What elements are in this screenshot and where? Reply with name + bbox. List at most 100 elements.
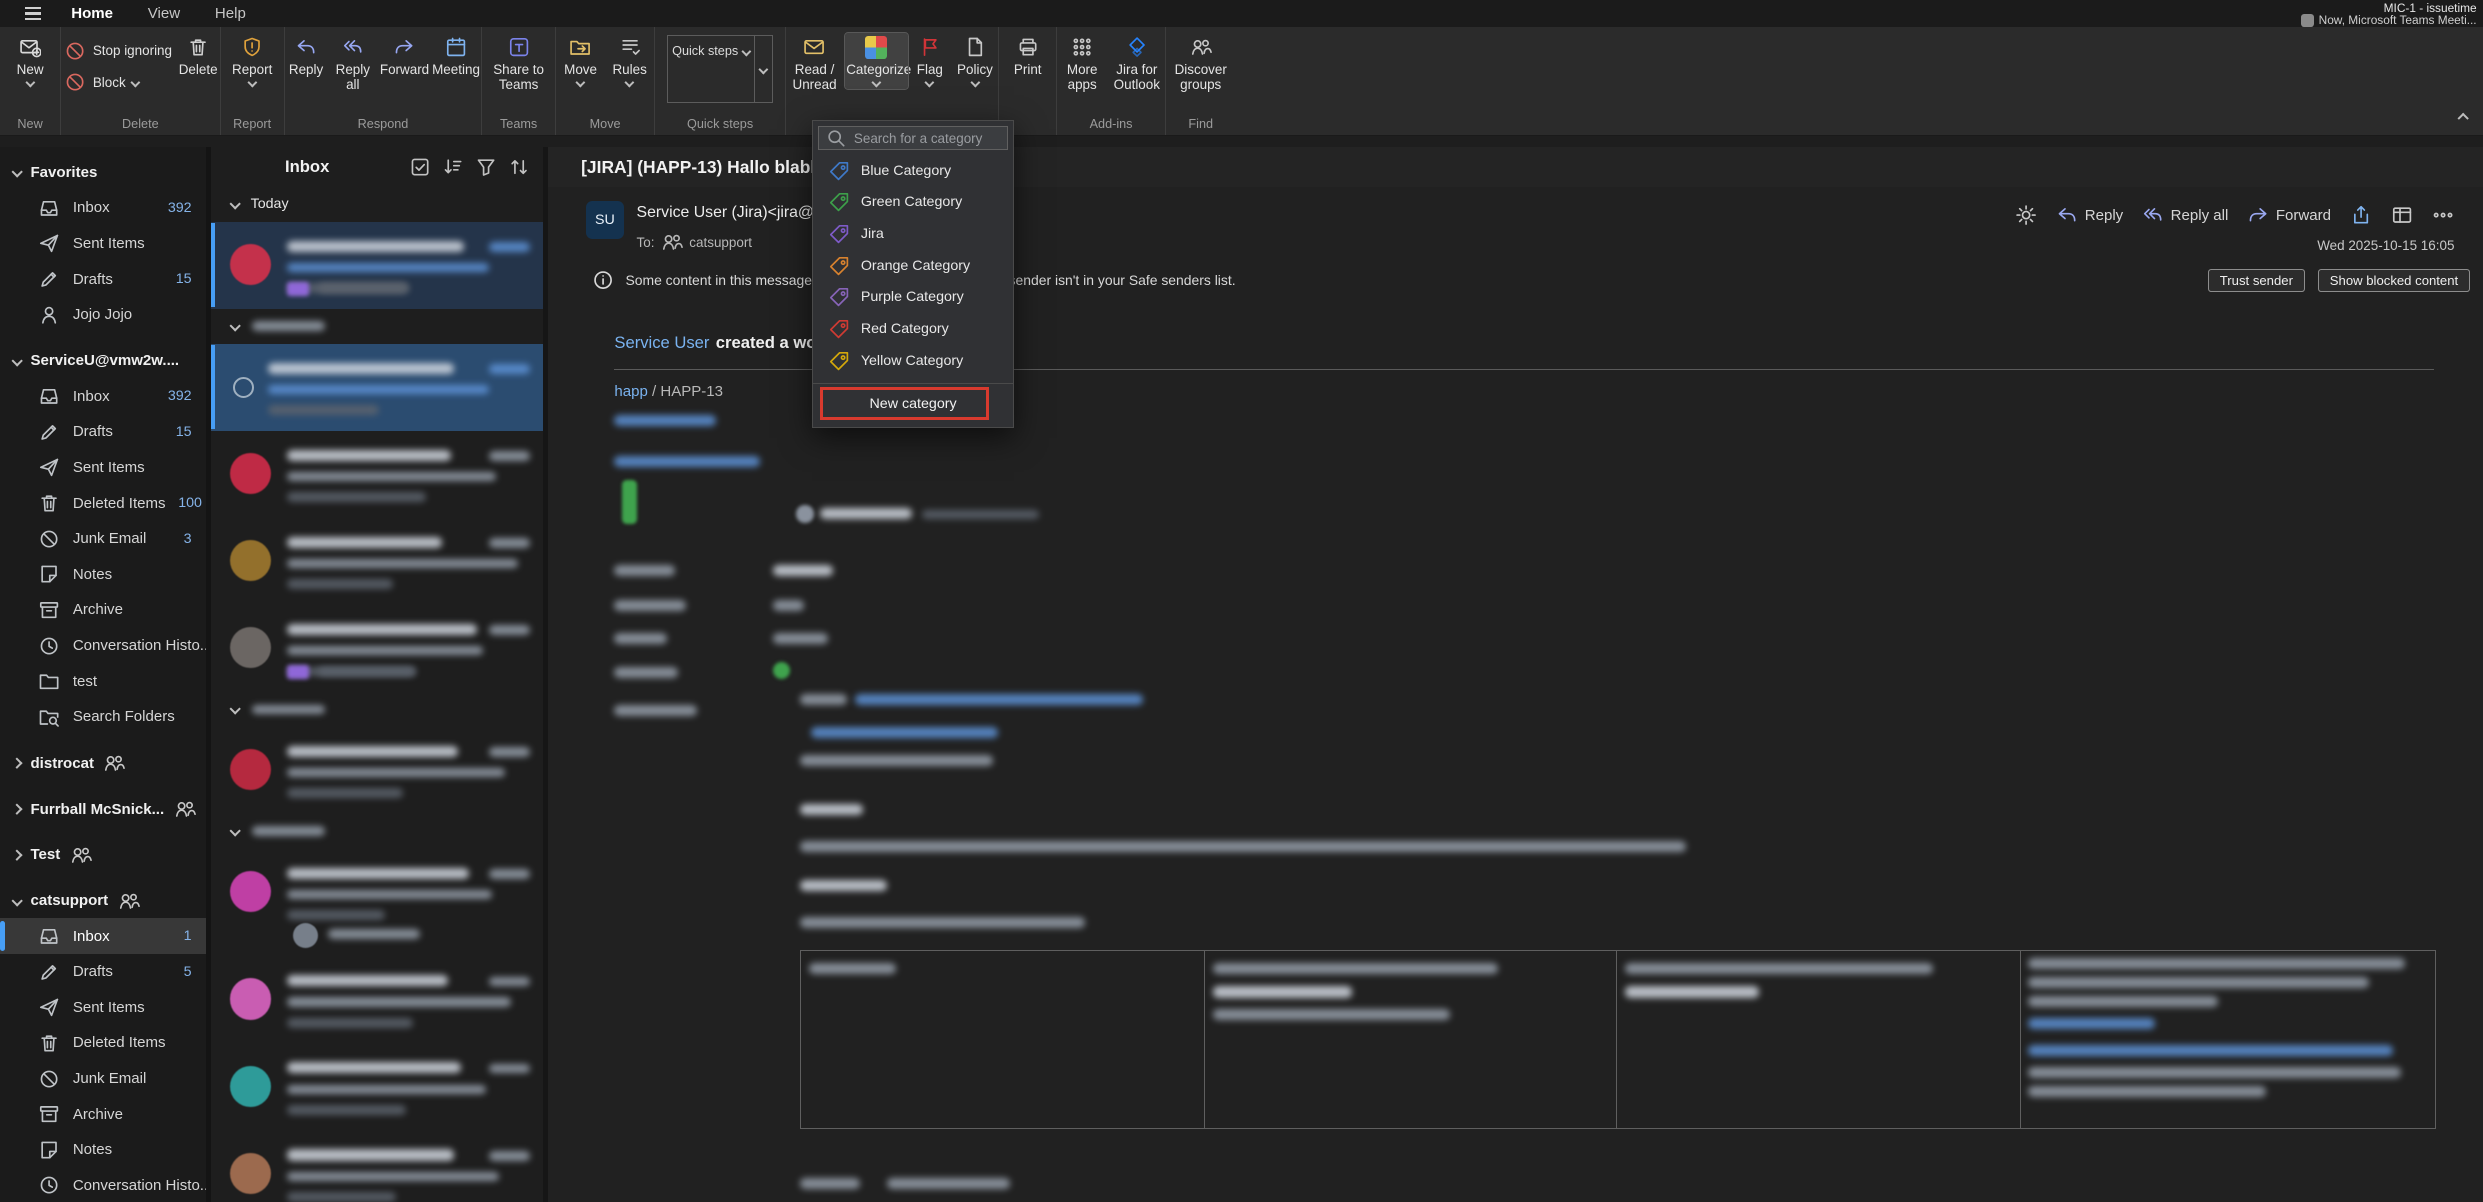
sidebar-item-junk-email[interactable]: Junk Email (0, 1061, 206, 1097)
collapse-ribbon-button[interactable] (2457, 112, 2469, 124)
category-item-orange-category[interactable]: Orange Category (813, 250, 1013, 282)
folder-section-furrball-mcsnick-[interactable]: Furrball McSnick... (0, 792, 206, 827)
folder-section-favorites[interactable]: Favorites (0, 155, 206, 190)
sidebar-item-drafts[interactable]: Drafts5 (0, 954, 206, 990)
body-heading-author-link[interactable]: Service User (614, 333, 709, 352)
share-icon[interactable] (2350, 204, 2372, 226)
new-button[interactable]: New (15, 33, 45, 88)
block-button[interactable]: Block (61, 70, 175, 95)
select-all-icon[interactable] (409, 156, 431, 178)
message-list-item[interactable] (211, 1130, 544, 1201)
sidebar-item-inbox[interactable]: Inbox1 (0, 918, 206, 954)
folder-section-serviceu-vmw2w-[interactable]: ServiceU@vmw2w.... (0, 344, 206, 379)
categorize-button[interactable]: Categorize (845, 33, 908, 88)
sidebar-item-drafts[interactable]: Drafts15 (0, 414, 206, 450)
rules-button[interactable]: Rules (606, 33, 653, 88)
folder-section-catsupport[interactable]: catsupport (0, 883, 206, 918)
sidebar-item-notes[interactable]: Notes (0, 1132, 206, 1168)
trash-icon (38, 1032, 60, 1054)
summarize-icon[interactable] (2015, 204, 2037, 226)
sidebar-item-deleted-items[interactable]: Deleted Items100 (0, 485, 206, 521)
sidebar-item-deleted-items[interactable]: Deleted Items (0, 1025, 206, 1061)
message-group-header[interactable] (211, 814, 544, 849)
category-item-red-category[interactable]: Red Category (813, 313, 1013, 345)
sidebar-item-conversation-histo-[interactable]: Conversation Histo... (0, 628, 206, 664)
forward-action-button[interactable]: Forward (2247, 204, 2331, 226)
category-item-blue-category[interactable]: Blue Category (813, 155, 1013, 187)
message-list-item[interactable] (211, 431, 544, 518)
more-actions-icon[interactable] (2432, 204, 2454, 226)
message-group-header[interactable] (211, 309, 544, 344)
sidebar-item-junk-email[interactable]: Junk Email3 (0, 521, 206, 557)
sidebar-item-archive[interactable]: Archive (0, 1096, 206, 1132)
category-item-purple-category[interactable]: Purple Category (813, 282, 1013, 314)
reply-action-button[interactable]: Reply (2056, 204, 2123, 226)
show-blocked-content-button[interactable]: Show blocked content (2318, 269, 2471, 292)
sidebar-item-search-folders[interactable]: Search Folders (0, 699, 206, 735)
read-unread-button[interactable]: Read / Unread (786, 33, 843, 96)
sort-icon[interactable] (442, 156, 464, 178)
meeting-button[interactable]: Meeting (431, 33, 482, 80)
project-link[interactable]: happ (614, 383, 647, 400)
folder-pane: FavoritesInbox392Sent ItemsDrafts15Jojo … (0, 147, 206, 1202)
menu-tab-home[interactable]: Home (54, 0, 131, 27)
sidebar-item-label: Search Folders (73, 708, 175, 725)
message-list-item[interactable] (211, 344, 544, 431)
trust-sender-button[interactable]: Trust sender (2208, 269, 2305, 292)
report-button[interactable]: Report (230, 33, 274, 88)
layout-icon[interactable] (2391, 204, 2413, 226)
sidebar-item-conversation-histo-[interactable]: Conversation Histo... (0, 1168, 206, 1202)
sidebar-item-test[interactable]: test (0, 663, 206, 699)
move-button[interactable]: Move (557, 33, 604, 88)
message-list-item[interactable] (211, 849, 544, 957)
order-toggle-icon[interactable] (508, 156, 530, 178)
folder-section-test[interactable]: Test (0, 838, 206, 873)
quick-steps-more-button[interactable] (754, 36, 772, 103)
menu-tab-view[interactable]: View (130, 0, 197, 27)
sidebar-item-sent-items[interactable]: Sent Items (0, 226, 206, 262)
new-category-item[interactable]: New category (813, 389, 1013, 419)
sidebar-item-archive[interactable]: Archive (0, 592, 206, 628)
folder-section-distrocat[interactable]: distrocat (0, 746, 206, 781)
message-list-item[interactable] (211, 1043, 544, 1130)
hamburger-menu-icon[interactable] (13, 7, 54, 20)
message-group-header[interactable]: Today (211, 187, 544, 222)
menu-tab-help[interactable]: Help (198, 0, 264, 27)
reply-all-action-button[interactable]: Reply all (2142, 204, 2228, 226)
teams-meeting-notification[interactable]: MIC-1 - issuetime Now, Microsoft Teams M… (2301, 2, 2476, 27)
chevron-right-icon (11, 849, 23, 861)
message-select-checkbox[interactable] (233, 377, 254, 398)
forward-button[interactable]: Forward (378, 33, 429, 80)
category-item-jira[interactable]: Jira (813, 218, 1013, 250)
sidebar-item-inbox[interactable]: Inbox392 (0, 378, 206, 414)
sidebar-item-inbox[interactable]: Inbox392 (0, 190, 206, 226)
filter-icon[interactable] (475, 156, 497, 178)
quick-steps-gallery[interactable]: Quick steps (667, 35, 774, 104)
more-apps-button[interactable]: More apps (1057, 33, 1107, 96)
sidebar-item-sent-items[interactable]: Sent Items (0, 990, 206, 1026)
discover-groups-button[interactable]: Discover groups (1167, 33, 1233, 96)
flag-button[interactable]: Flag (910, 33, 951, 88)
message-group-header[interactable] (211, 692, 544, 727)
sidebar-item-sent-items[interactable]: Sent Items (0, 450, 206, 486)
recipient-name[interactable]: catsupport (689, 235, 752, 250)
message-list-item[interactable] (211, 605, 544, 692)
reply-button[interactable]: Reply (285, 33, 327, 80)
print-button[interactable]: Print (1012, 33, 1043, 80)
share-to-teams-button[interactable]: Share to Teams (485, 33, 551, 96)
category-item-green-category[interactable]: Green Category (813, 187, 1013, 219)
message-list-item[interactable] (211, 518, 544, 605)
category-item-yellow-category[interactable]: Yellow Category (813, 345, 1013, 377)
message-list-item[interactable] (211, 222, 544, 309)
sidebar-item-notes[interactable]: Notes (0, 557, 206, 593)
jira-for-outlook-button[interactable]: Jira for Outlook (1109, 33, 1165, 96)
message-list-item[interactable] (211, 727, 544, 814)
policy-button[interactable]: Policy (952, 33, 999, 88)
message-list-item[interactable] (211, 956, 544, 1043)
sidebar-item-jojo-jojo[interactable]: Jojo Jojo (0, 297, 206, 333)
stop-ignoring-button[interactable]: Stop ignoring (61, 38, 175, 63)
category-search-box[interactable]: Search for a category (818, 126, 1008, 150)
reply-all-button[interactable]: Reply all (329, 33, 377, 96)
delete-button[interactable]: Delete (177, 33, 220, 80)
sidebar-item-drafts[interactable]: Drafts15 (0, 261, 206, 297)
